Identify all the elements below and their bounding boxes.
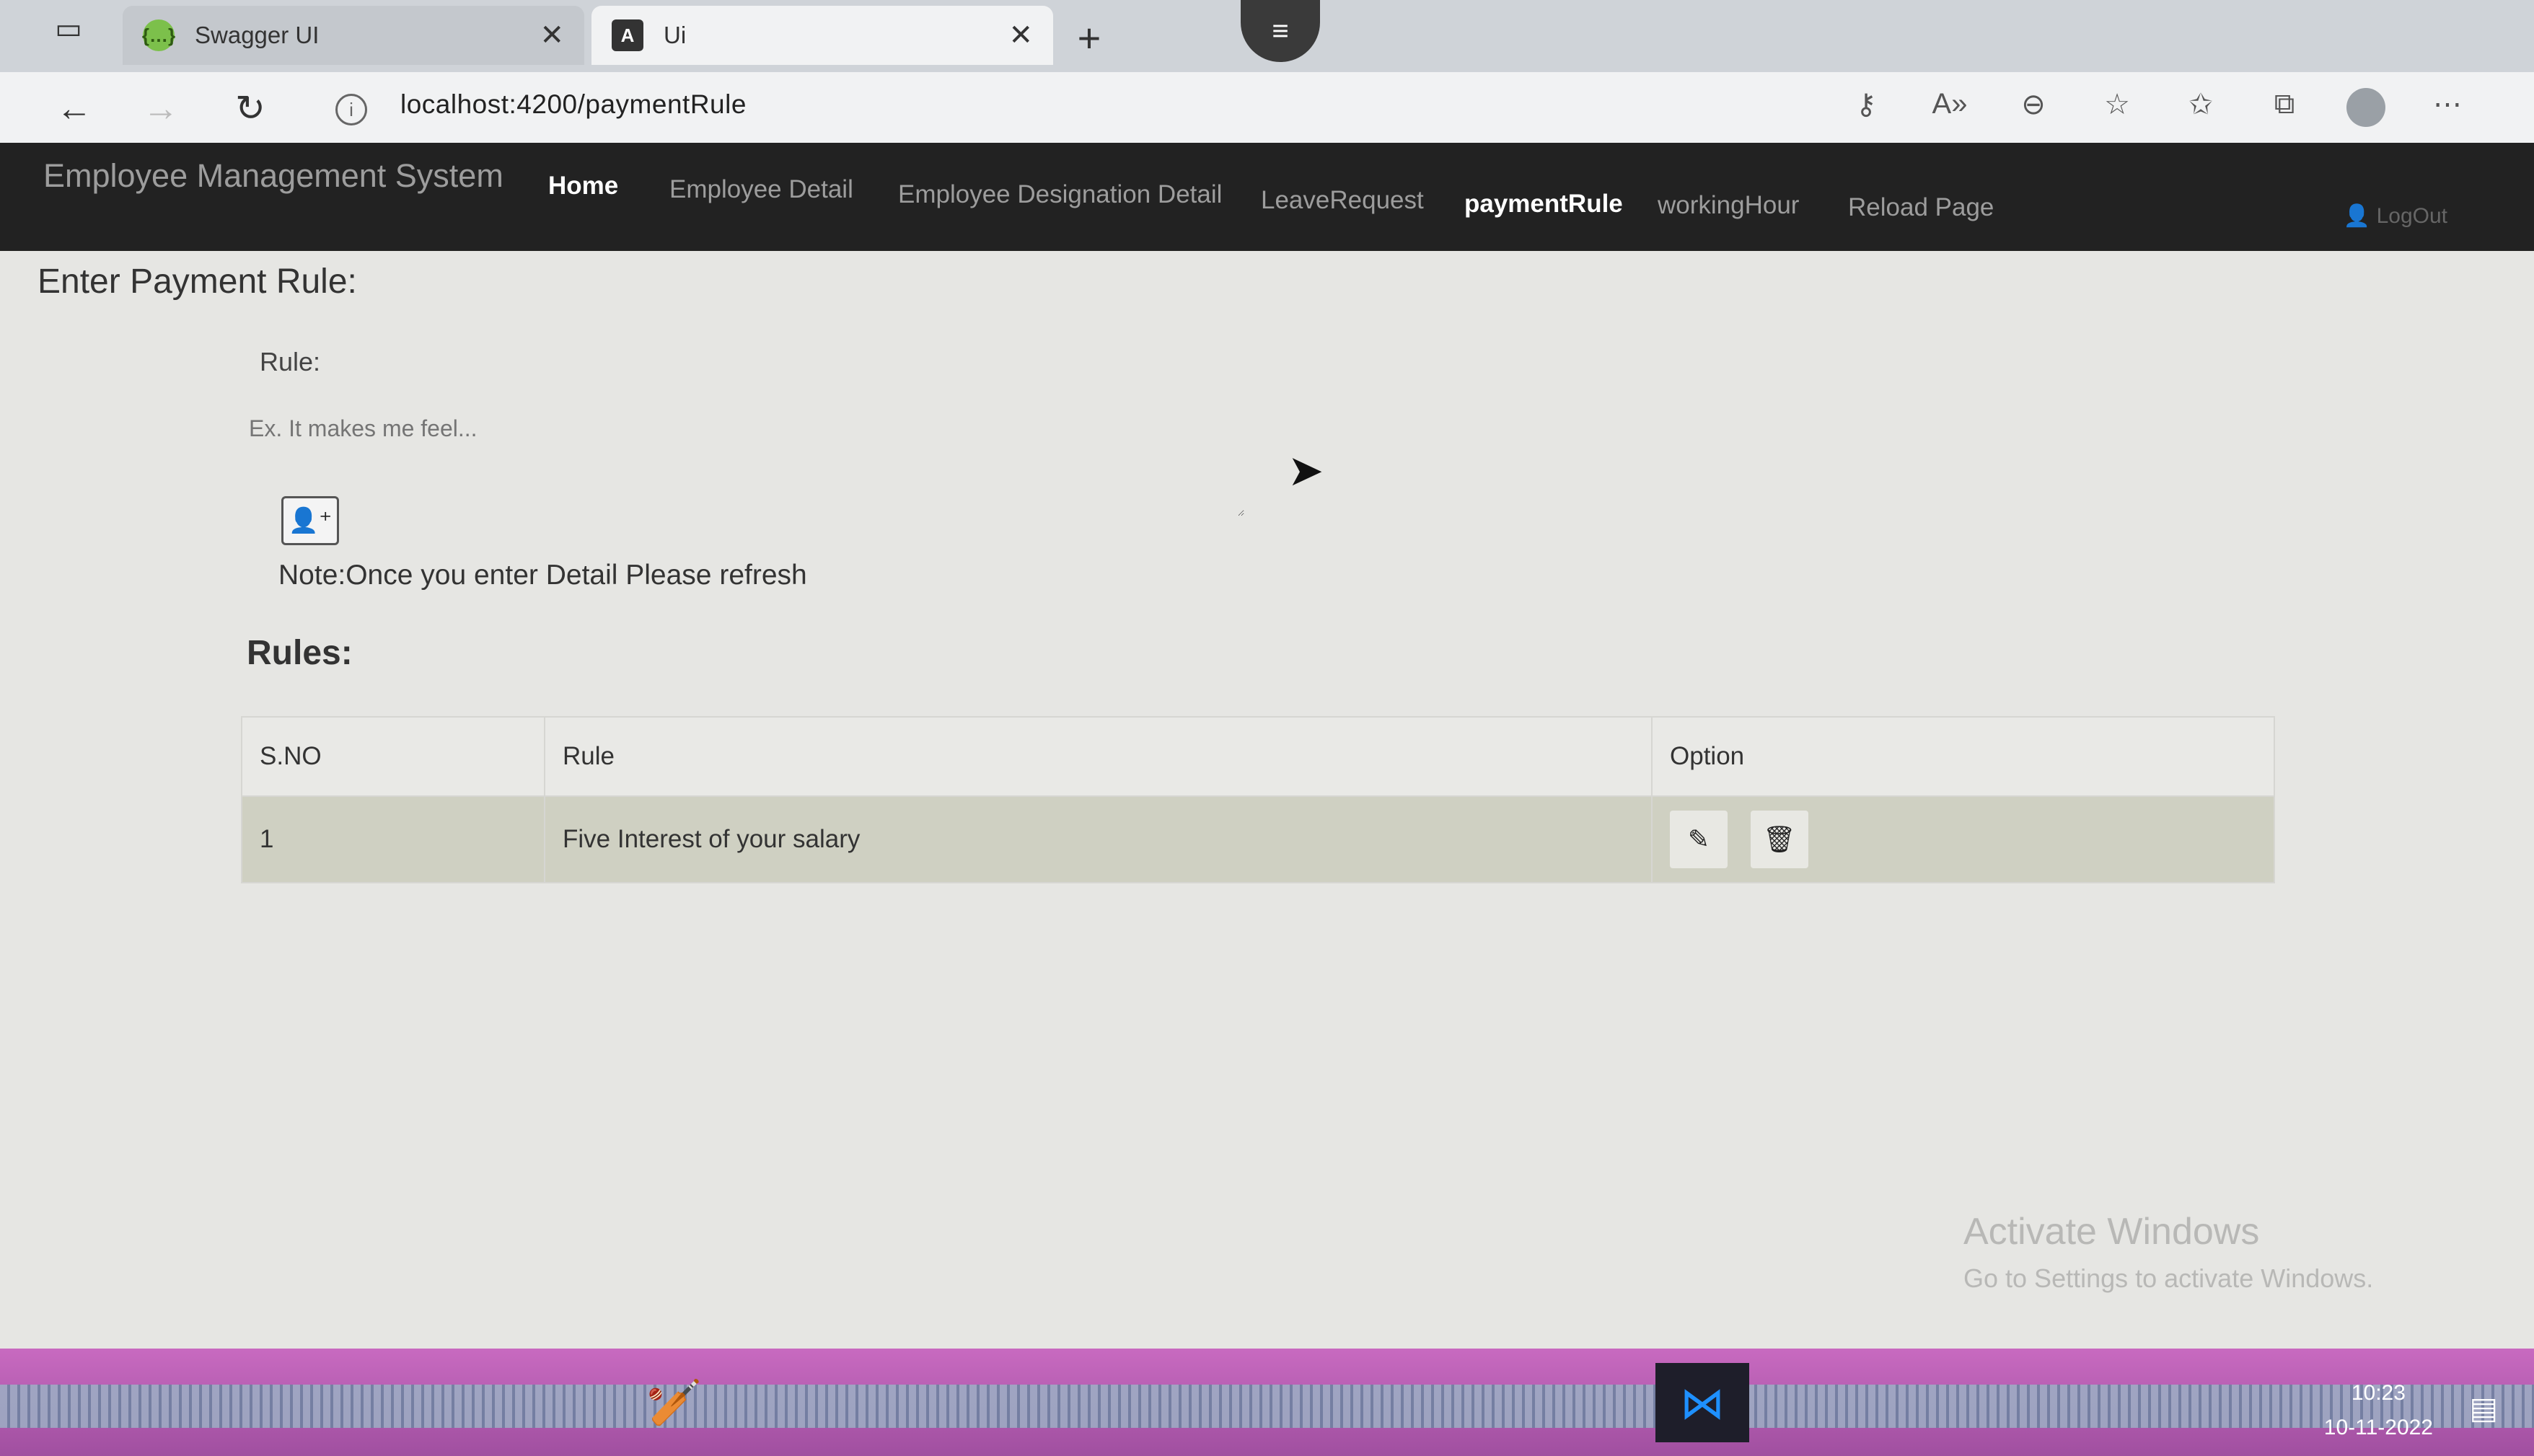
notification-icon[interactable]: ▤ bbox=[2469, 1390, 2498, 1426]
mouse-cursor-icon: ➤ bbox=[1288, 446, 1324, 495]
nav-employee-designation-detail[interactable]: Employee Designation Detail bbox=[898, 180, 1222, 209]
menu-icon[interactable]: ≡ bbox=[1241, 0, 1320, 62]
tab-title: Swagger UI bbox=[195, 22, 320, 48]
site-info-icon[interactable]: i bbox=[335, 94, 367, 125]
taskbar-pattern bbox=[0, 1385, 2534, 1428]
nav-payment-rule[interactable]: paymentRule bbox=[1464, 190, 1623, 219]
table-row: 1 Five Interest of your salary ✎ 🗑 bbox=[241, 795, 2275, 883]
table-header-row: S.NO Rule Option bbox=[241, 716, 2275, 797]
rules-title: Rules: bbox=[247, 634, 353, 672]
rule-textarea[interactable] bbox=[249, 415, 1244, 516]
address-bar: ← → ↻ i localhost:4200/paymentRule ⚷ A» … bbox=[0, 72, 2534, 143]
refresh-icon[interactable]: ↻ bbox=[225, 85, 276, 131]
browser-toolbar: ⚷ A» ⊖ ☆ ✩ ⧉ ⋯ bbox=[1844, 88, 2469, 127]
add-favorite-icon[interactable]: ☆ bbox=[2095, 88, 2139, 127]
rules-table: S.NO Rule Option 1 Five Interest of your… bbox=[241, 716, 2275, 883]
refresh-note: Note:Once you enter Detail Please refres… bbox=[278, 560, 807, 591]
forward-arrow-icon[interactable]: → bbox=[136, 85, 186, 131]
page-viewport: Employee Management System Home Employee… bbox=[0, 143, 2534, 1349]
add-user-icon: 👤⁺ bbox=[288, 507, 333, 534]
zoom-out-icon[interactable]: ⊖ bbox=[2012, 88, 2055, 127]
vscode-icon[interactable]: ⋈ bbox=[1655, 1363, 1749, 1442]
collections-icon[interactable]: ⧉ bbox=[2263, 88, 2306, 127]
watermark-line-1: Activate Windows bbox=[1963, 1211, 2260, 1253]
app-navbar: Employee Management System Home Employee… bbox=[0, 143, 2534, 251]
logout-link[interactable]: 👤 LogOut bbox=[2344, 203, 2447, 229]
windows-taskbar: 🏏 ⋈ 10:23 10-11-2022 ▤ bbox=[0, 1349, 2534, 1456]
taskbar-clock[interactable]: 10:23 10-11-2022 bbox=[2324, 1376, 2433, 1445]
nav-employee-detail[interactable]: Employee Detail bbox=[669, 175, 853, 204]
browser-tab-strip: ▭ {…} Swagger UI ✕ A Ui ✕ + ≡ bbox=[0, 0, 2534, 72]
close-tab-icon[interactable]: ✕ bbox=[540, 19, 564, 52]
swagger-icon: {…} bbox=[142, 19, 175, 51]
column-header-rule[interactable]: Rule bbox=[544, 716, 1653, 797]
column-header-option[interactable]: Option bbox=[1651, 716, 2275, 797]
form-title: Enter Payment Rule: bbox=[38, 262, 357, 301]
favorites-icon[interactable]: ✩ bbox=[2179, 88, 2222, 127]
browser-tab-ui[interactable]: A Ui ✕ bbox=[591, 6, 1053, 65]
edit-icon[interactable]: ✎ bbox=[1670, 811, 1728, 868]
angular-icon: A bbox=[612, 19, 643, 51]
tab-actions-icon[interactable]: ▭ bbox=[43, 7, 94, 50]
nav-working-hour[interactable]: workingHour bbox=[1658, 191, 1799, 220]
logout-label: LogOut bbox=[2376, 204, 2447, 228]
cell-sno: 1 bbox=[241, 795, 545, 883]
cell-rule: Five Interest of your salary bbox=[544, 795, 1653, 883]
nav-reload-page[interactable]: Reload Page bbox=[1848, 193, 1994, 222]
nav-home[interactable]: Home bbox=[548, 172, 618, 200]
close-tab-icon[interactable]: ✕ bbox=[1008, 19, 1033, 52]
activate-windows-watermark: Activate Windows Go to Settings to activ… bbox=[1963, 1210, 2373, 1294]
browser-tab-swagger[interactable]: {…} Swagger UI ✕ bbox=[123, 6, 584, 65]
user-icon: 👤 bbox=[2343, 204, 2371, 228]
back-arrow-icon[interactable]: ← bbox=[49, 85, 100, 131]
read-aloud-icon[interactable]: A» bbox=[1928, 88, 1971, 127]
cell-options: ✎ 🗑 bbox=[1651, 795, 2275, 883]
rule-label: Rule: bbox=[260, 347, 321, 376]
clock-date: 10-11-2022 bbox=[2323, 1416, 2433, 1439]
key-icon[interactable]: ⚷ bbox=[1844, 88, 1888, 127]
column-header-sno[interactable]: S.NO bbox=[241, 716, 545, 797]
more-icon[interactable]: ⋯ bbox=[2426, 88, 2469, 127]
url-input[interactable]: localhost:4200/paymentRule bbox=[400, 89, 747, 120]
new-tab-button[interactable]: + bbox=[1064, 15, 1114, 61]
trash-icon[interactable]: 🗑 bbox=[1750, 811, 1808, 868]
add-rule-button[interactable]: 👤⁺ bbox=[281, 496, 339, 545]
cricket-app-icon[interactable]: 🏏 bbox=[628, 1363, 721, 1442]
profile-avatar[interactable] bbox=[2346, 88, 2385, 127]
navbar-brand[interactable]: Employee Management System bbox=[43, 157, 503, 195]
clock-time: 10:23 bbox=[2351, 1381, 2406, 1405]
watermark-line-2: Go to Settings to activate Windows. bbox=[1963, 1263, 2374, 1293]
tab-title: Ui bbox=[664, 22, 687, 48]
nav-leave-request[interactable]: LeaveRequest bbox=[1261, 186, 1424, 215]
